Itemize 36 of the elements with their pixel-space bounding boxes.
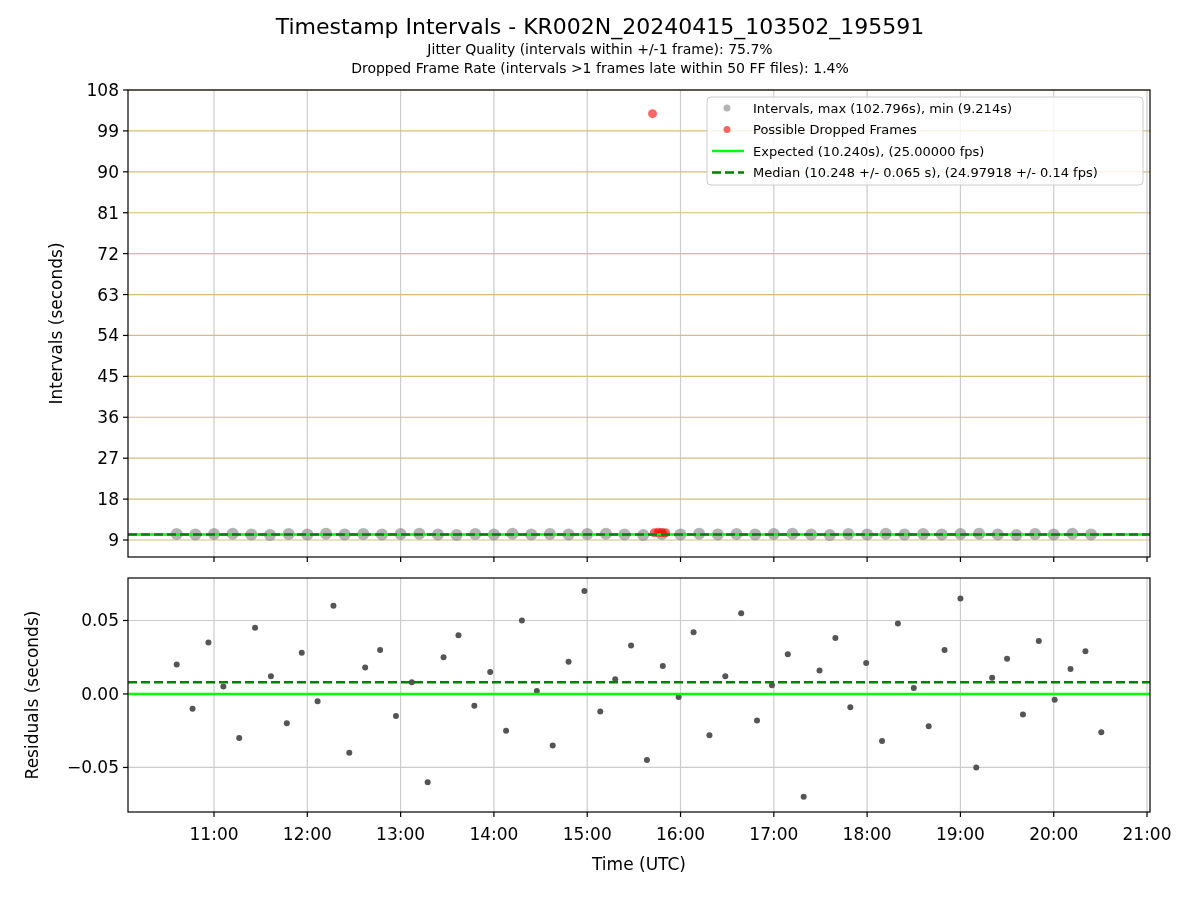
y-tick-label: 9 (108, 530, 119, 550)
y-tick-label: 99 (97, 120, 119, 141)
legend-label: Intervals, max (102.796s), min (9.214s) (753, 100, 1012, 116)
x-tick-label: 15:00 (562, 824, 612, 844)
y-axis-label: Residuals (seconds) (22, 610, 42, 780)
x-tick-label: 17:00 (749, 824, 799, 844)
y-tick-label: −0.05 (66, 757, 119, 778)
x-tick-label: 21:00 (1122, 824, 1172, 844)
y-axis-label: Intervals (seconds) (46, 242, 66, 405)
x-tick-label: 18:00 (842, 824, 892, 844)
x-tick-label: 14:00 (469, 824, 519, 844)
y-tick-label: 54 (97, 325, 119, 346)
chart-subtitle: Dropped Frame Rate (intervals >1 frames late within 50 FF files): 1.4% (351, 59, 849, 78)
x-tick-label: 13:00 (376, 824, 426, 844)
y-tick-label: 18 (97, 489, 119, 510)
y-tick-label: 45 (97, 366, 119, 387)
y-tick-label: 81 (97, 202, 119, 223)
y-tick-label: 27 (97, 448, 119, 469)
y-tick-label: 63 (97, 284, 119, 305)
x-tick-label: 12:00 (282, 824, 332, 844)
chart-subtitle: Jitter Quality (intervals within +/-1 frame): 75.7% (427, 40, 773, 59)
x-axis-label: Time (UTC) (592, 854, 686, 874)
y-tick-label: 90 (97, 161, 119, 182)
x-tick-label: 19:00 (935, 824, 985, 844)
x-tick-label: 16:00 (656, 824, 705, 844)
x-tick-label: 20:00 (1029, 824, 1079, 844)
chart-title: Timestamp Intervals - KR002N_20240415_103502_195591 (275, 14, 925, 40)
legend-label: Expected (10.240s), (25.00000 fps) (753, 143, 985, 159)
legend-label: Median (10.248 +/- 0.065 s), (24.97918 +/- 0.14 fps) (753, 165, 1098, 180)
y-tick-label: 72 (97, 243, 119, 264)
y-tick-label: 108 (86, 80, 119, 100)
y-tick-label: 36 (97, 407, 119, 428)
y-tick-label: 0.00 (81, 683, 119, 704)
y-tick-label: 0.05 (81, 610, 119, 631)
x-tick-label: 11:00 (189, 824, 239, 844)
legend-label: Possible Dropped Frames (753, 122, 917, 137)
